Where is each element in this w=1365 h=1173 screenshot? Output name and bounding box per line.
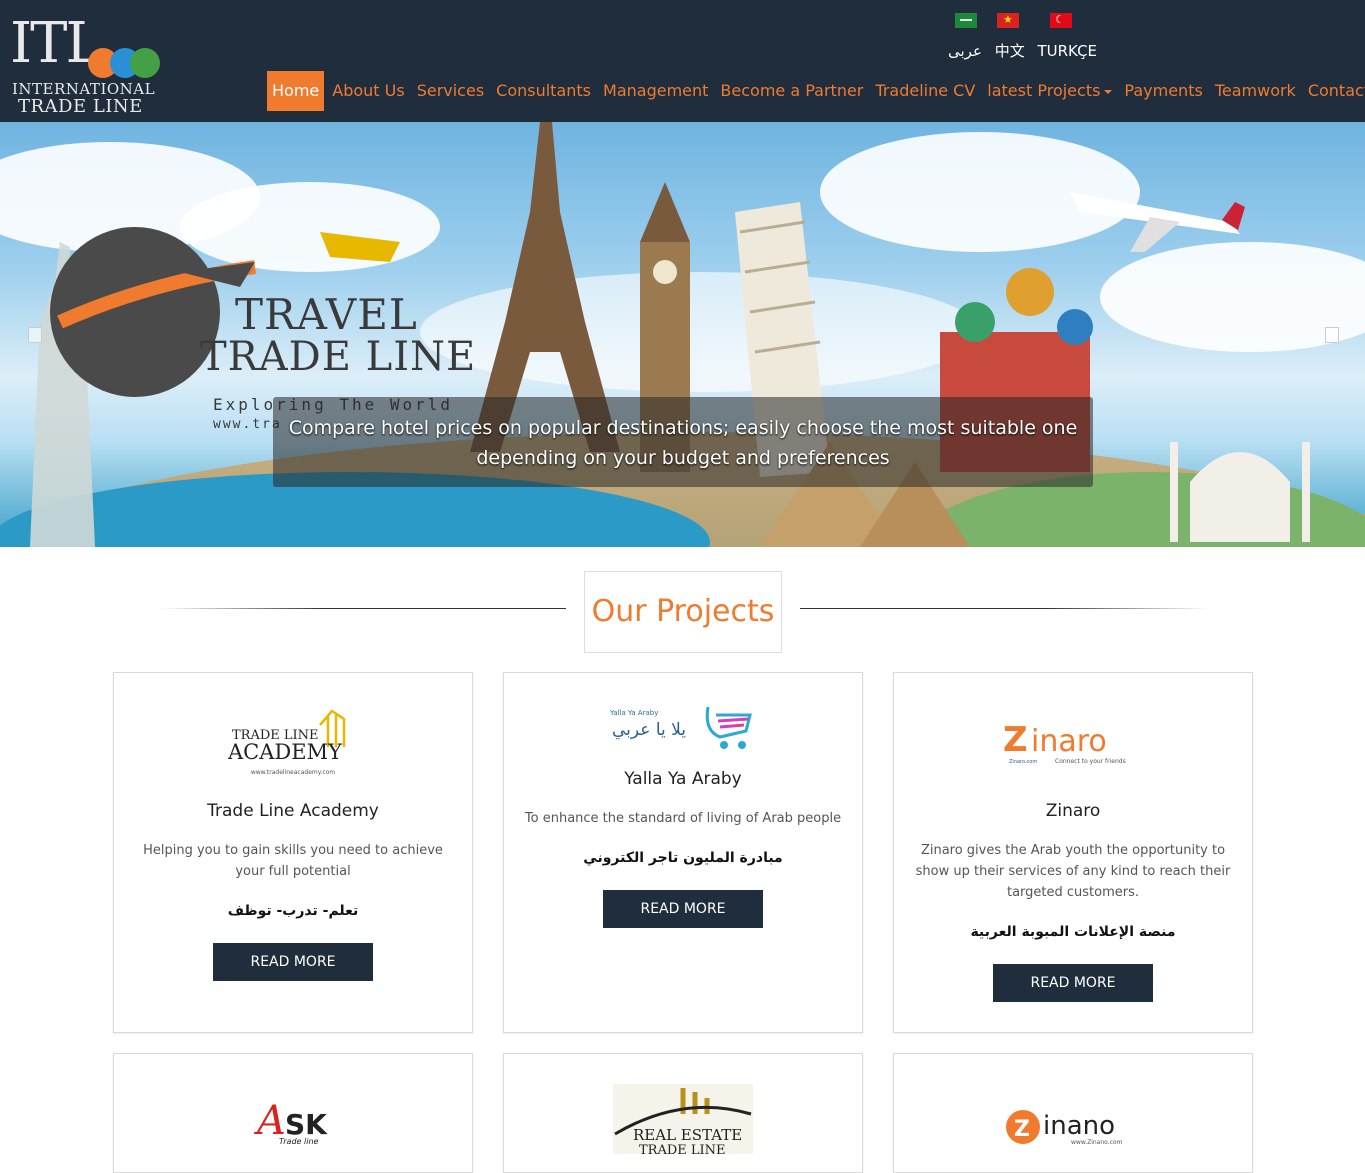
svg-text:Z: Z: [1014, 1117, 1030, 1142]
project-title: Yalla Ya Araby: [624, 769, 742, 789]
hero-brand-line2: TRADE LINE: [200, 334, 477, 380]
project-card-zinaro: Z inaro Zinaro.com Connect to your frien…: [893, 672, 1253, 1033]
academy-logo-graphic: TRADE LINE ACADEMY: [227, 709, 346, 764]
svg-text:inaro: inaro: [1031, 724, 1107, 759]
svg-text:Connect to your friends: Connect to your friends: [1055, 758, 1126, 765]
nav-management[interactable]: Management: [597, 71, 714, 111]
project-description: Helping you to gain skills you need to a…: [143, 843, 443, 879]
real-estate-logo-graphic: REAL ESTATE TRADE LINE: [613, 1084, 753, 1158]
nav-latest-projects[interactable]: latest Projects: [981, 71, 1118, 111]
project-card-yalla: Yalla Ya Araby يلا يا عربي Yalla Ya Arab…: [503, 672, 863, 1033]
svg-text:Zinaro.com: Zinaro.com: [1009, 759, 1037, 765]
project-title: Zinaro: [1045, 801, 1101, 821]
svg-text:Trade line: Trade line: [279, 1137, 319, 1146]
logo-line2: TRADE LINE: [18, 96, 143, 117]
project-arabic-slogan: منصة الإعلانات المبوبة العربية: [970, 924, 1176, 940]
hero-url: www.tra: [213, 417, 282, 432]
project-card-zinano: Z inano www.Zinano.com: [893, 1053, 1253, 1173]
yalla-logo-graphic: Yalla Ya Araby يلا يا عربي: [609, 706, 752, 749]
project-card-ask: A SK Trade line: [113, 1053, 473, 1173]
hero-slider: TRAVEL TRADE LINE Exploring The World ww…: [0, 122, 1365, 547]
nav-services[interactable]: Services: [411, 71, 490, 111]
site-header: ITL INTERNATIONAL TRADE LINE عربى 中文 TUR…: [0, 0, 1365, 122]
nav-home[interactable]: Home: [267, 71, 325, 111]
lang-arabic[interactable]: عربى: [948, 42, 982, 60]
svg-text:TRADE LINE: TRADE LINE: [639, 1143, 726, 1154]
caret-down-icon: [1104, 89, 1113, 94]
project-title: Trade Line Academy: [207, 801, 379, 821]
svg-text:Z: Z: [1003, 720, 1028, 760]
project-description: To enhance the standard of living of Ara…: [524, 811, 842, 826]
logo-green-circle: [130, 48, 160, 78]
lang-chinese[interactable]: 中文: [995, 42, 1025, 60]
svg-text:www.Zinano.com: www.Zinano.com: [1071, 1139, 1123, 1146]
section-title: Our Projects: [591, 594, 775, 629]
nav-become-partner[interactable]: Become a Partner: [714, 71, 869, 111]
read-more-button[interactable]: READ MORE: [993, 964, 1153, 1002]
ask-logo[interactable]: A SK Trade line: [114, 1090, 472, 1150]
nav-consultants[interactable]: Consultants: [490, 71, 597, 111]
zinaro-logo[interactable]: Z inaro Zinaro.com Connect to your frien…: [894, 713, 1252, 771]
saudi-flag-icon[interactable]: [955, 13, 977, 28]
main-nav: Home About Us Services Consultants Manag…: [267, 71, 1365, 111]
project-description: Zinaro gives the Arab youth the opportun…: [915, 843, 1231, 900]
svg-text:ACADEMY: ACADEMY: [228, 740, 343, 764]
svg-text:inano: inano: [1043, 1111, 1115, 1141]
hero-caption: Compare hotel prices on popular destinat…: [273, 397, 1093, 487]
nav-about-us[interactable]: About Us: [326, 71, 410, 111]
project-arabic-slogan: مبادرة المليون تاجر الكتروني: [583, 850, 783, 866]
nav-contact-us[interactable]: Contact Us: [1302, 71, 1365, 111]
hero-brand-line1: TRAVEL: [235, 290, 418, 339]
vietnam-flag-icon[interactable]: [997, 12, 1019, 28]
svg-text:REAL ESTATE: REAL ESTATE: [633, 1126, 742, 1144]
nav-teamwork[interactable]: Teamwork: [1209, 71, 1302, 111]
svg-text:يلا يا عربي: يلا يا عربي: [612, 720, 686, 740]
turkey-flag-icon[interactable]: [1050, 12, 1072, 28]
academy-logo[interactable]: TRADE LINE ACADEMY www.tradelineacademy.…: [114, 707, 472, 776]
slider-next-arrow[interactable]: [1325, 327, 1339, 343]
svg-text:Yalla Ya Araby: Yalla Ya Araby: [609, 709, 658, 717]
ask-logo-graphic: A SK Trade line: [253, 1098, 328, 1146]
language-links: عربى 中文 TURKÇE: [948, 40, 1105, 61]
zinaro-logo-graphic: Z inaro Zinaro.com Connect to your frien…: [1003, 720, 1126, 765]
nav-tradeline-cv[interactable]: Tradeline CV: [869, 71, 981, 111]
section-divider-right: [800, 608, 1210, 609]
project-card-academy: TRADE LINE ACADEMY www.tradelineacademy.…: [113, 672, 473, 1033]
zinano-logo[interactable]: Z inano www.Zinano.com: [894, 1106, 1252, 1152]
section-title-box: Our Projects: [584, 571, 782, 653]
logo-mark: ITL: [10, 11, 103, 76]
nav-latest-projects-label: latest Projects: [987, 81, 1101, 100]
nav-payments[interactable]: Payments: [1118, 71, 1208, 111]
real-estate-logo[interactable]: REAL ESTATE TRADE LINE: [504, 1084, 862, 1158]
academy-logo-url: www.tradelineacademy.com: [250, 769, 336, 776]
project-card-real-estate: REAL ESTATE TRADE LINE: [503, 1053, 863, 1173]
project-arabic-slogan: تعلم- تدرب- توظف: [227, 903, 359, 919]
read-more-button[interactable]: READ MORE: [213, 943, 373, 981]
yalla-logo[interactable]: Yalla Ya Araby يلا يا عربي: [504, 701, 862, 759]
read-more-button[interactable]: READ MORE: [603, 890, 763, 928]
slider-prev-arrow[interactable]: [28, 327, 42, 343]
itl-logo[interactable]: ITL INTERNATIONAL TRADE LINE: [10, 11, 160, 117]
zinano-logo-graphic: Z inano www.Zinano.com: [1006, 1110, 1123, 1146]
section-divider-left: [160, 608, 566, 609]
lang-turkish[interactable]: TURKÇE: [1037, 42, 1097, 60]
